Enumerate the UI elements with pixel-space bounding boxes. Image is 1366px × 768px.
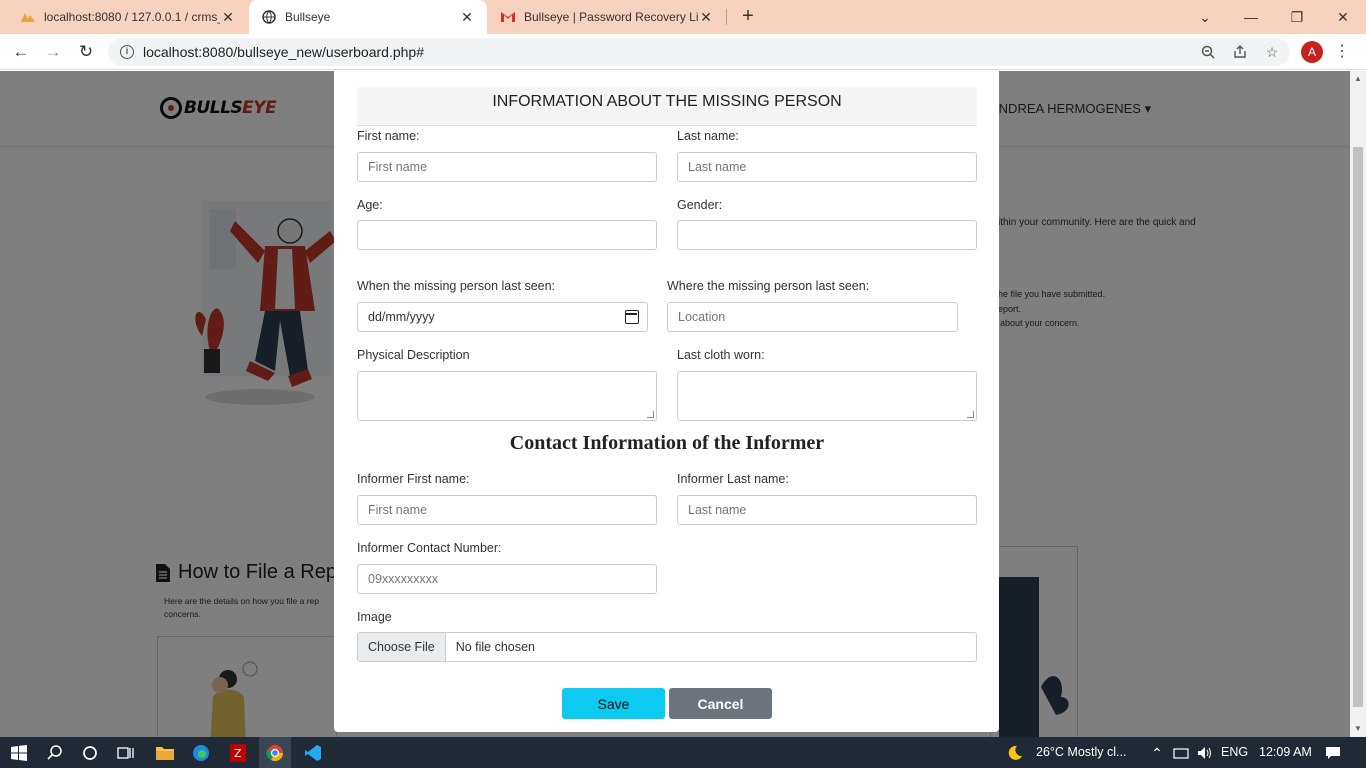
informer-first-name-input[interactable]: First name xyxy=(357,495,657,525)
back-button[interactable]: ← xyxy=(8,40,34,64)
modal-title: INFORMATION ABOUT THE MISSING PERSON xyxy=(357,87,977,126)
chrome-icon[interactable] xyxy=(259,737,291,768)
last-cloth-label: Last cloth worn: xyxy=(677,348,765,362)
cortana-icon[interactable] xyxy=(79,742,101,764)
last-cloth-textarea[interactable] xyxy=(677,371,977,421)
last-name-label: Last name: xyxy=(677,129,739,143)
last-name-placeholder: Last name xyxy=(688,160,747,174)
svg-text:Z: Z xyxy=(234,747,242,760)
close-icon[interactable]: ✕ xyxy=(698,9,714,26)
phpmyadmin-icon xyxy=(20,9,36,25)
tab-search-button[interactable]: ⌄ xyxy=(1182,0,1228,34)
scroll-thumb[interactable] xyxy=(1353,147,1363,707)
age-input[interactable] xyxy=(357,220,657,250)
first-name-input[interactable]: First name xyxy=(357,152,657,182)
weather-moon-icon[interactable] xyxy=(1004,742,1026,764)
clock[interactable]: 12:09 AM xyxy=(1259,745,1312,759)
age-label: Age: xyxy=(357,198,383,212)
minimize-button[interactable]: — xyxy=(1228,0,1274,34)
tab-title: Bullseye xyxy=(285,10,331,24)
weather-text[interactable]: 26°C Mostly cl... xyxy=(1036,745,1126,759)
page-content: BULLSEYE ANDREA HERMOGENES ▾ ithin your … xyxy=(0,71,1350,737)
image-label: Image xyxy=(357,610,392,624)
network-icon[interactable] xyxy=(1170,742,1192,764)
globe-icon xyxy=(261,9,277,25)
tab-title: localhost:8080 / 127.0.0.1 / crms_ xyxy=(44,10,220,24)
filezilla-icon[interactable]: Z xyxy=(227,742,249,764)
report-modal: INFORMATION ABOUT THE MISSING PERSON Fir… xyxy=(334,71,999,732)
volume-icon[interactable] xyxy=(1194,742,1216,764)
close-icon[interactable]: ✕ xyxy=(220,9,236,26)
zoom-icon[interactable] xyxy=(1198,42,1218,62)
save-button[interactable]: Save xyxy=(562,688,665,719)
forward-button[interactable]: → xyxy=(40,40,66,64)
last-name-input[interactable]: Last name xyxy=(677,152,977,182)
restore-button[interactable]: ❐ xyxy=(1274,0,1320,34)
location-placeholder: Location xyxy=(678,310,726,324)
tab-gmail[interactable]: Bullseye | Password Recovery Link ✕ xyxy=(488,0,726,34)
close-icon[interactable]: ✕ xyxy=(459,9,475,26)
first-name-placeholder: First name xyxy=(368,160,428,174)
reload-button[interactable]: ↻ xyxy=(73,40,99,64)
choose-file-button[interactable]: Choose File xyxy=(358,633,446,661)
address-bar-row: ← → ↻ i localhost:8080/bullseye_new/user… xyxy=(0,34,1366,70)
tab-strip: localhost:8080 / 127.0.0.1 / crms_ ✕ Bul… xyxy=(0,0,1366,34)
share-icon[interactable] xyxy=(1230,42,1250,62)
last-seen-place-label: Where the missing person last seen: xyxy=(667,279,870,293)
gmail-icon xyxy=(500,9,516,25)
file-explorer-icon[interactable] xyxy=(154,742,176,764)
informer-last-name-input[interactable]: Last name xyxy=(677,495,977,525)
contact-section-title: Contact Information of the Informer xyxy=(509,432,825,454)
omnibox[interactable]: i localhost:8080/bullseye_new/userboard.… xyxy=(108,38,1290,66)
calendar-icon[interactable] xyxy=(625,310,639,324)
close-window-button[interactable]: ✕ xyxy=(1320,0,1366,34)
file-status: No file chosen xyxy=(455,640,535,654)
informer-first-name-label: Informer First name: xyxy=(357,472,470,486)
informer-last-name-label: Informer Last name: xyxy=(677,472,789,486)
notification-icon[interactable] xyxy=(1322,742,1344,764)
menu-icon[interactable]: ⋮ xyxy=(1334,42,1350,62)
location-input[interactable]: Location xyxy=(667,302,958,332)
tab-bullseye[interactable]: Bullseye ✕ xyxy=(249,0,487,34)
avatar[interactable]: A xyxy=(1301,41,1323,63)
info-icon[interactable]: i xyxy=(120,45,134,59)
physical-description-label: Physical Description xyxy=(357,348,470,362)
language-indicator[interactable]: ENG xyxy=(1221,745,1248,759)
last-seen-date-input[interactable]: dd/mm/yyyy xyxy=(357,302,648,332)
vscode-icon[interactable] xyxy=(302,742,324,764)
contact-placeholder: 09xxxxxxxxx xyxy=(368,572,439,586)
search-icon[interactable] xyxy=(44,742,66,764)
first-name-label: First name: xyxy=(357,129,420,143)
image-file-input[interactable]: Choose File No file chosen xyxy=(357,632,977,662)
gender-input[interactable] xyxy=(677,220,977,250)
physical-description-textarea[interactable] xyxy=(357,371,657,421)
last-seen-date-label: When the missing person last seen: xyxy=(357,279,556,293)
informer-contact-label: Informer Contact Number: xyxy=(357,541,502,555)
new-tab-button[interactable]: + xyxy=(736,5,760,29)
windows-taskbar: Z 26°C Mostly cl... ⌃ ENG 12:09 AM xyxy=(0,737,1366,768)
chevron-up-icon[interactable]: ⌃ xyxy=(1146,742,1168,764)
cancel-button[interactable]: Cancel xyxy=(669,688,772,719)
gender-label: Gender: xyxy=(677,198,723,212)
tab-separator xyxy=(726,9,727,25)
windows-start-icon[interactable] xyxy=(8,742,30,764)
tab-phpmyadmin[interactable]: localhost:8080 / 127.0.0.1 / crms_ ✕ xyxy=(8,0,248,34)
page-scrollbar[interactable]: ▲ ▼ xyxy=(1350,71,1366,737)
scroll-up-arrow[interactable]: ▲ xyxy=(1353,74,1363,84)
scroll-down-arrow[interactable]: ▼ xyxy=(1353,724,1363,734)
date-placeholder: dd/mm/yyyy xyxy=(368,310,435,324)
star-icon[interactable]: ☆ xyxy=(1262,42,1282,62)
edge-icon[interactable] xyxy=(190,742,212,764)
informer-last-placeholder: Last name xyxy=(688,503,747,517)
informer-contact-input[interactable]: 09xxxxxxxxx xyxy=(357,564,657,594)
tab-title: Bullseye | Password Recovery Link xyxy=(524,10,698,24)
task-view-icon[interactable] xyxy=(115,742,137,764)
informer-first-placeholder: First name xyxy=(368,503,428,517)
url-text[interactable]: localhost:8080/bullseye_new/userboard.ph… xyxy=(143,44,424,60)
